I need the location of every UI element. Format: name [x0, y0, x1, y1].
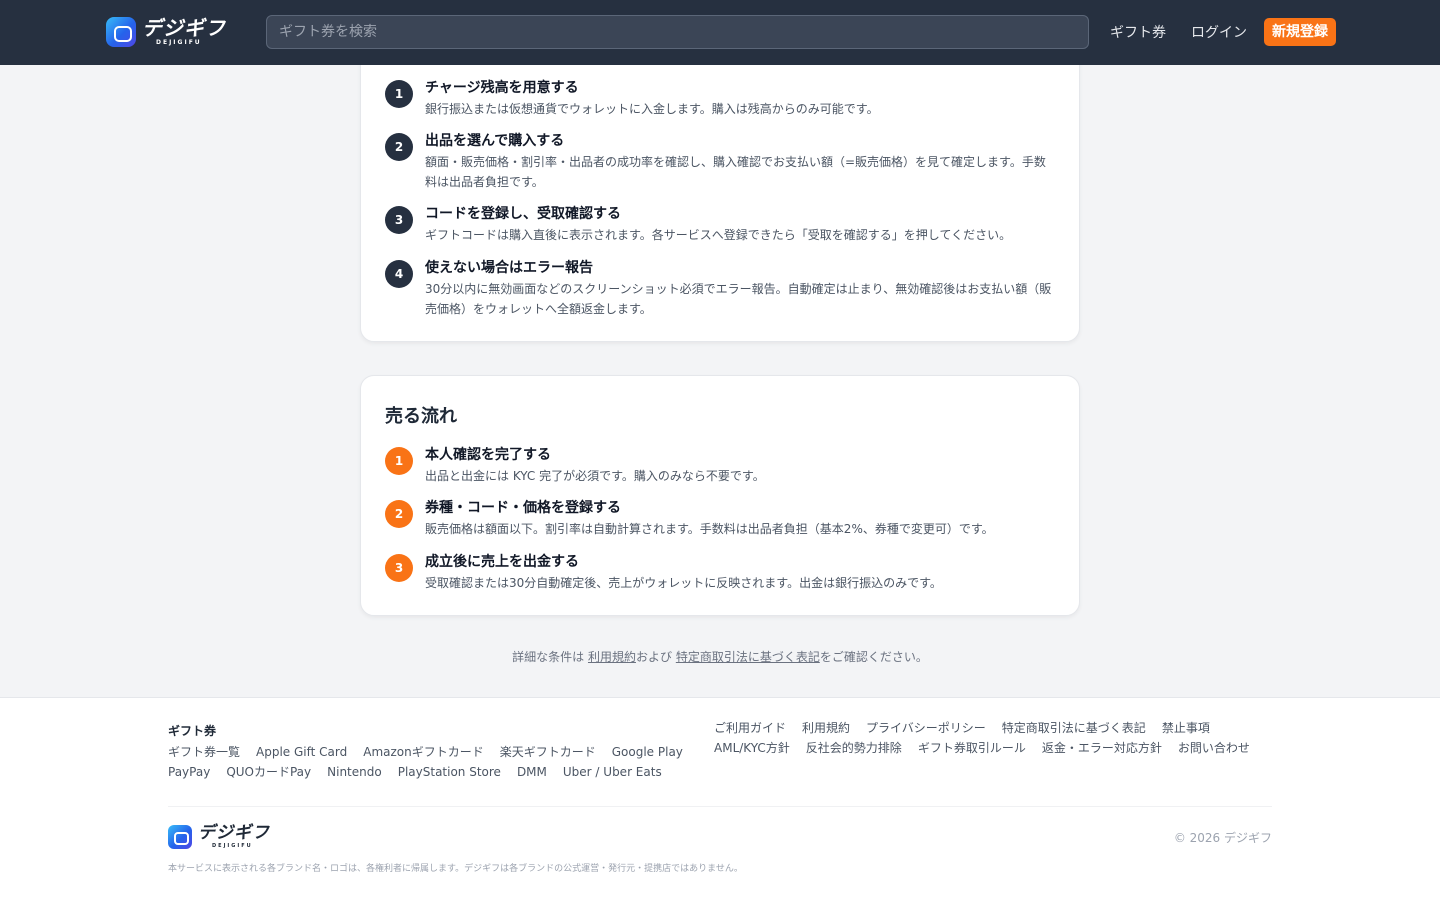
footer-link[interactable]: 禁止事項	[1162, 720, 1210, 736]
logo-mark-icon	[106, 17, 136, 47]
step-number-badge: 1	[385, 80, 413, 108]
step-number-badge: 2	[385, 500, 413, 528]
logo-text: デジギフ	[198, 823, 270, 843]
step-description: 30分以内に無効画面などのスクリーンショット必須でエラー報告。自動確定は止まり、…	[425, 282, 1052, 316]
step-description: 販売価格は額面以下。割引率は自動計算されます。手数料は出品者負担（基本2%、券種…	[425, 522, 994, 536]
step-number-badge: 2	[385, 133, 413, 161]
footer-link[interactable]: 楽天ギフトカード	[500, 744, 596, 760]
logo-subtext: DEJIGIFU	[156, 39, 202, 46]
footer-link[interactable]: ご利用ガイド	[714, 720, 786, 736]
footer-link[interactable]: Uber / Uber Eats	[563, 764, 662, 780]
step-number-badge: 3	[385, 206, 413, 234]
footer-logo[interactable]: デジギフ DEJIGIFU	[168, 825, 270, 849]
sell-flow-card: 売る流れ 1 本人確認を完了する 出品と出金には KYC 完了が必須です。購入の…	[360, 375, 1080, 616]
footer-link[interactable]: Nintendo	[327, 764, 382, 780]
footer-gift-links: ギフト券一覧 Apple Gift Card Amazonギフトカード 楽天ギフ…	[168, 744, 688, 780]
step-title: 本人確認を完了する	[425, 447, 551, 463]
step-number-badge: 4	[385, 260, 413, 288]
footer-link[interactable]: 利用規約	[802, 720, 850, 736]
footer-link[interactable]: Amazonギフトカード	[363, 744, 484, 760]
step-title: 使えない場合はエラー報告	[425, 260, 593, 276]
nav-login[interactable]: ログイン	[1191, 22, 1247, 42]
footer-gift-heading: ギフト券	[168, 724, 217, 738]
signup-button[interactable]: 新規登録	[1264, 18, 1336, 46]
footer-link[interactable]: QUOカードPay	[226, 764, 311, 780]
footer-link[interactable]: AML/KYC方針	[714, 740, 790, 756]
logo-text: デジギフ	[142, 16, 226, 40]
buy-flow-card: 1 チャージ残高を用意する 銀行振込または仮想通貨でウォレットに入金します。購入…	[360, 40, 1080, 342]
step-title: コードを登録し、受取確認する	[425, 206, 621, 222]
footer-info-links: ご利用ガイド 利用規約 プライバシーポリシー 特定商取引法に基づく表記 禁止事項…	[714, 720, 1274, 756]
logo-mark-icon	[168, 825, 192, 849]
top-header: デジギフ DEJIGIFU ギフト券を検索 ギフト券 ログイン 新規登録	[0, 0, 1440, 65]
step-description: 銀行振込または仮想通貨でウォレットに入金します。購入は残高からのみ可能です。	[425, 102, 879, 116]
step-description: 額面・販売価格・割引率・出品者の成功率を確認し、購入確認でお支払い額（=販売価格…	[425, 155, 1046, 189]
footer-link[interactable]: Google Play	[612, 744, 683, 760]
site-footer: ギフト券 ギフト券一覧 Apple Gift Card Amazonギフトカード…	[0, 697, 1440, 900]
terms-note: 詳細な条件は 利用規約および 特定商取引法に基づく表記をご確認ください。	[512, 650, 928, 664]
brand-disclaimer: 本サービスに表示される各ブランド名・ロゴは、各権利者に帰属します。デジギフは各ブ…	[168, 864, 743, 874]
step-title: チャージ残高を用意する	[425, 80, 579, 96]
footer-divider	[168, 806, 1272, 807]
footer-link[interactable]: 反社会的勢力排除	[806, 740, 902, 756]
step-title: 成立後に売上を出金する	[425, 554, 579, 570]
copyright: © 2026 デジギフ	[1173, 831, 1272, 845]
step-title: 券種・コード・価格を登録する	[425, 500, 621, 516]
footer-link[interactable]: プライバシーポリシー	[866, 720, 986, 736]
terms-link[interactable]: 利用規約	[588, 650, 636, 664]
step-description: 出品と出金には KYC 完了が必須です。購入のみなら不要です。	[425, 469, 765, 483]
footer-link[interactable]: ギフト券一覧	[168, 744, 240, 760]
step-number-badge: 1	[385, 447, 413, 475]
step-title: 出品を選んで購入する	[425, 133, 565, 149]
sell-flow-title: 売る流れ	[385, 406, 457, 427]
search-input[interactable]: ギフト券を検索	[266, 15, 1089, 49]
footer-link[interactable]: PayPay	[168, 764, 210, 780]
nav-gift-cards[interactable]: ギフト券	[1110, 22, 1166, 42]
tokusho-link[interactable]: 特定商取引法に基づく表記	[676, 650, 820, 664]
footer-link[interactable]: ギフト券取引ルール	[918, 740, 1026, 756]
step-number-badge: 3	[385, 554, 413, 582]
step-description: ギフトコードは購入直後に表示されます。各サービスへ登録できたら「受取を確認する」…	[425, 228, 1012, 242]
footer-link[interactable]: Apple Gift Card	[256, 744, 347, 760]
site-logo[interactable]: デジギフ DEJIGIFU	[106, 16, 246, 48]
footer-link[interactable]: 特定商取引法に基づく表記	[1002, 720, 1146, 736]
footer-link[interactable]: 返金・エラー対応方針	[1042, 740, 1162, 756]
footer-link[interactable]: PlayStation Store	[398, 764, 501, 780]
footer-link[interactable]: DMM	[517, 764, 547, 780]
step-description: 受取確認または30分自動確定後、売上がウォレットに反映されます。出金は銀行振込の…	[425, 576, 942, 590]
footer-link[interactable]: お問い合わせ	[1178, 740, 1250, 756]
logo-subtext: DEJIGIFU	[212, 843, 253, 849]
